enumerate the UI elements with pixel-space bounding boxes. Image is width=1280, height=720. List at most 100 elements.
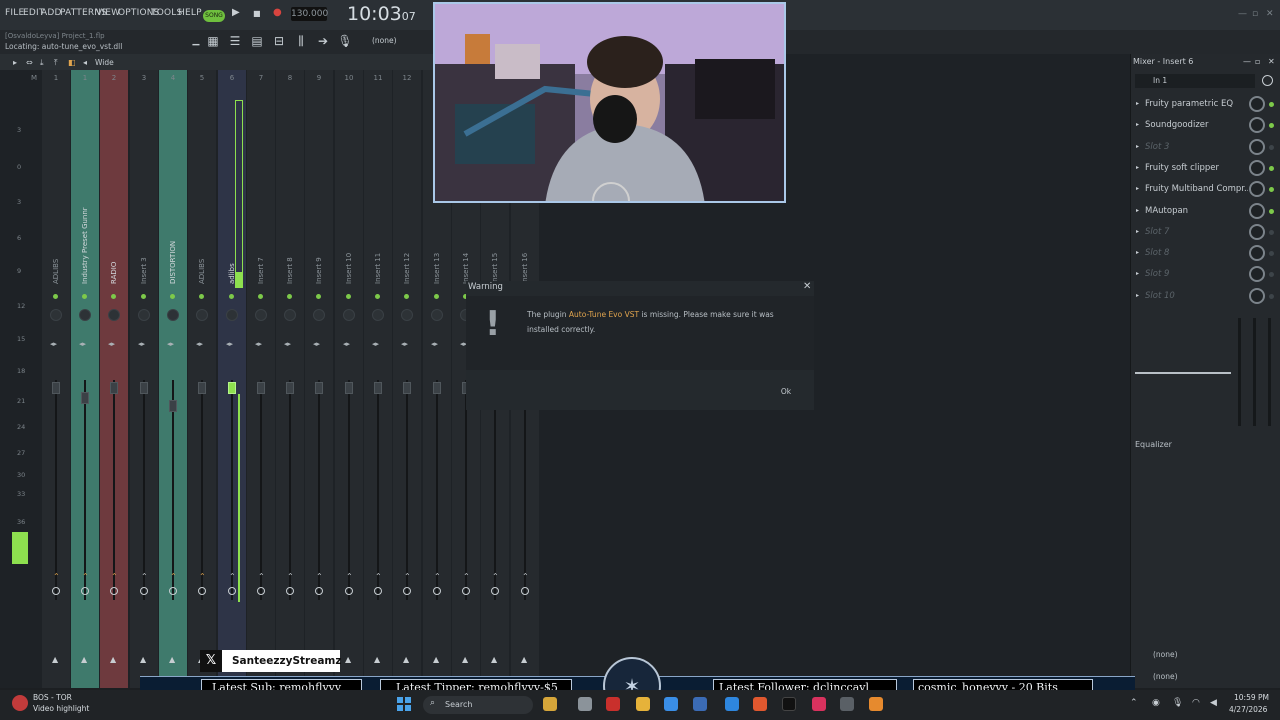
- strip-enable-led[interactable]: [170, 294, 175, 299]
- route-send-knob[interactable]: [81, 587, 89, 595]
- send-arrow-icon[interactable]: ⌃: [346, 572, 353, 581]
- strip-enable-led[interactable]: [141, 294, 146, 299]
- strip-enable-led[interactable]: [82, 294, 87, 299]
- volume-fader[interactable]: [198, 382, 206, 394]
- mixer-menu-icon[interactable]: ▸: [13, 58, 17, 67]
- tray-app-icon[interactable]: ◉: [1152, 698, 1160, 708]
- pan-knob[interactable]: [138, 309, 150, 321]
- volume-fader[interactable]: [345, 382, 353, 394]
- file-explorer-icon[interactable]: [636, 697, 650, 711]
- slot-mix-knob[interactable]: [1249, 202, 1265, 219]
- volume-icon[interactable]: ◀: [1210, 698, 1217, 708]
- strip-enable-led[interactable]: [375, 294, 380, 299]
- slot-enable-led[interactable]: [1269, 293, 1274, 299]
- preset-selector[interactable]: (none): [372, 36, 397, 45]
- route-arrow-icon[interactable]: ▲: [462, 655, 468, 664]
- widget-title[interactable]: BOS - TOR: [33, 693, 72, 702]
- pan-knob[interactable]: [255, 309, 267, 321]
- route-send-knob[interactable]: [521, 587, 529, 595]
- output-selector-2[interactable]: (none): [1153, 672, 1178, 681]
- store-icon[interactable]: [693, 697, 707, 711]
- send-arrow-icon[interactable]: ⌃: [170, 572, 177, 581]
- effect-slot[interactable]: MAutopan: [1134, 202, 1248, 220]
- route-arrow-icon[interactable]: ▲: [110, 655, 116, 664]
- stop-icon[interactable]: ■: [253, 9, 261, 18]
- slot-enable-led[interactable]: [1269, 165, 1274, 171]
- send-arrow-icon[interactable]: ⌃: [287, 572, 294, 581]
- pan-knob[interactable]: [108, 309, 120, 321]
- slot-expand-icon[interactable]: ▸: [1136, 207, 1139, 214]
- slot-expand-icon[interactable]: ▸: [1136, 270, 1139, 277]
- volume-fader[interactable]: [169, 400, 177, 412]
- route-arrow-icon[interactable]: ▲: [52, 655, 58, 664]
- strip-enable-led[interactable]: [434, 294, 439, 299]
- eq-band-slider[interactable]: [1253, 318, 1256, 426]
- volume-fader[interactable]: [315, 382, 323, 394]
- app-icon[interactable]: [753, 697, 767, 711]
- record-icon[interactable]: ●: [273, 7, 282, 18]
- pan-knob[interactable]: [343, 309, 355, 321]
- slot-expand-icon[interactable]: ▸: [1136, 164, 1139, 171]
- route-arrow-icon[interactable]: ▲: [169, 655, 175, 664]
- slot-enable-led[interactable]: [1269, 208, 1274, 214]
- play-icon[interactable]: ▶: [232, 7, 240, 18]
- eq-band-slider[interactable]: [1238, 318, 1241, 426]
- pan-knob[interactable]: [401, 309, 413, 321]
- pan-knob[interactable]: [79, 309, 91, 321]
- strip-enable-led[interactable]: [346, 294, 351, 299]
- pan-knob[interactable]: [226, 309, 238, 321]
- stereo-arrows-icon[interactable]: ◂▸: [255, 340, 262, 348]
- slot-enable-led[interactable]: [1269, 144, 1274, 150]
- pan-knob[interactable]: [284, 309, 296, 321]
- settings-icon[interactable]: [840, 697, 854, 711]
- stereo-arrows-icon[interactable]: ◂▸: [226, 340, 233, 348]
- route-arrow-icon[interactable]: ▲: [433, 655, 439, 664]
- route-arrow-icon[interactable]: ▲: [140, 655, 146, 664]
- route-send-knob[interactable]: [374, 587, 382, 595]
- route-arrow-icon[interactable]: ▲: [491, 655, 497, 664]
- tray-chevron-icon[interactable]: ⌃: [1130, 698, 1138, 708]
- effect-slot[interactable]: Slot 10: [1134, 287, 1248, 305]
- effect-slot[interactable]: Fruity Multiband Compr...: [1134, 180, 1248, 198]
- slot-mix-knob[interactable]: [1249, 223, 1265, 240]
- menu-help[interactable]: HELP: [178, 8, 202, 18]
- menu-view[interactable]: VIEW: [96, 8, 120, 18]
- route-arrow-icon[interactable]: ▲: [345, 655, 351, 664]
- effect-slot[interactable]: Slot 7: [1134, 223, 1248, 241]
- mixer-view-mode[interactable]: Wide: [95, 58, 114, 67]
- app-icon[interactable]: [606, 697, 620, 711]
- mixer-layout-icon[interactable]: ◂: [83, 58, 87, 67]
- output-selector[interactable]: (none): [1153, 650, 1178, 659]
- app-icon[interactable]: [812, 697, 826, 711]
- volume-fader[interactable]: [433, 382, 441, 394]
- fader-icon[interactable]: ⫼: [293, 33, 309, 49]
- volume-fader[interactable]: [52, 382, 60, 394]
- route-send-knob[interactable]: [491, 587, 499, 595]
- send-arrow-icon[interactable]: ⌃: [522, 572, 529, 581]
- slot-mix-knob[interactable]: [1249, 159, 1265, 176]
- stereo-arrows-icon[interactable]: ◂▸: [50, 340, 57, 348]
- piano-roll-icon[interactable]: ▤: [249, 33, 265, 49]
- slot-enable-led[interactable]: [1269, 102, 1274, 107]
- close-icon[interactable]: ✕: [1266, 9, 1274, 19]
- app-icon[interactable]: [725, 697, 739, 711]
- route-send-knob[interactable]: [462, 587, 470, 595]
- slot-expand-icon[interactable]: ▸: [1136, 100, 1139, 107]
- mixer-upload-icon[interactable]: ⤒: [54, 58, 58, 68]
- mixer-icon[interactable]: ⊟: [271, 33, 287, 49]
- edge-icon[interactable]: [664, 697, 678, 711]
- volume-fader[interactable]: [110, 382, 118, 394]
- send-arrow-icon[interactable]: ⌃: [199, 572, 206, 581]
- route-arrow-icon[interactable]: ▲: [521, 655, 527, 664]
- route-send-knob[interactable]: [257, 587, 265, 595]
- pan-knob[interactable]: [50, 309, 62, 321]
- slot-mix-knob[interactable]: [1249, 138, 1265, 155]
- volume-fader[interactable]: [374, 382, 382, 394]
- slot-expand-icon[interactable]: ▸: [1136, 185, 1139, 192]
- minimize-icon[interactable]: —: [1238, 9, 1247, 19]
- eq-band-slider[interactable]: [1268, 318, 1271, 426]
- slot-expand-icon[interactable]: ▸: [1136, 228, 1139, 235]
- route-send-knob[interactable]: [403, 587, 411, 595]
- effect-slot[interactable]: Fruity soft clipper: [1134, 159, 1248, 177]
- strip-enable-led[interactable]: [316, 294, 321, 299]
